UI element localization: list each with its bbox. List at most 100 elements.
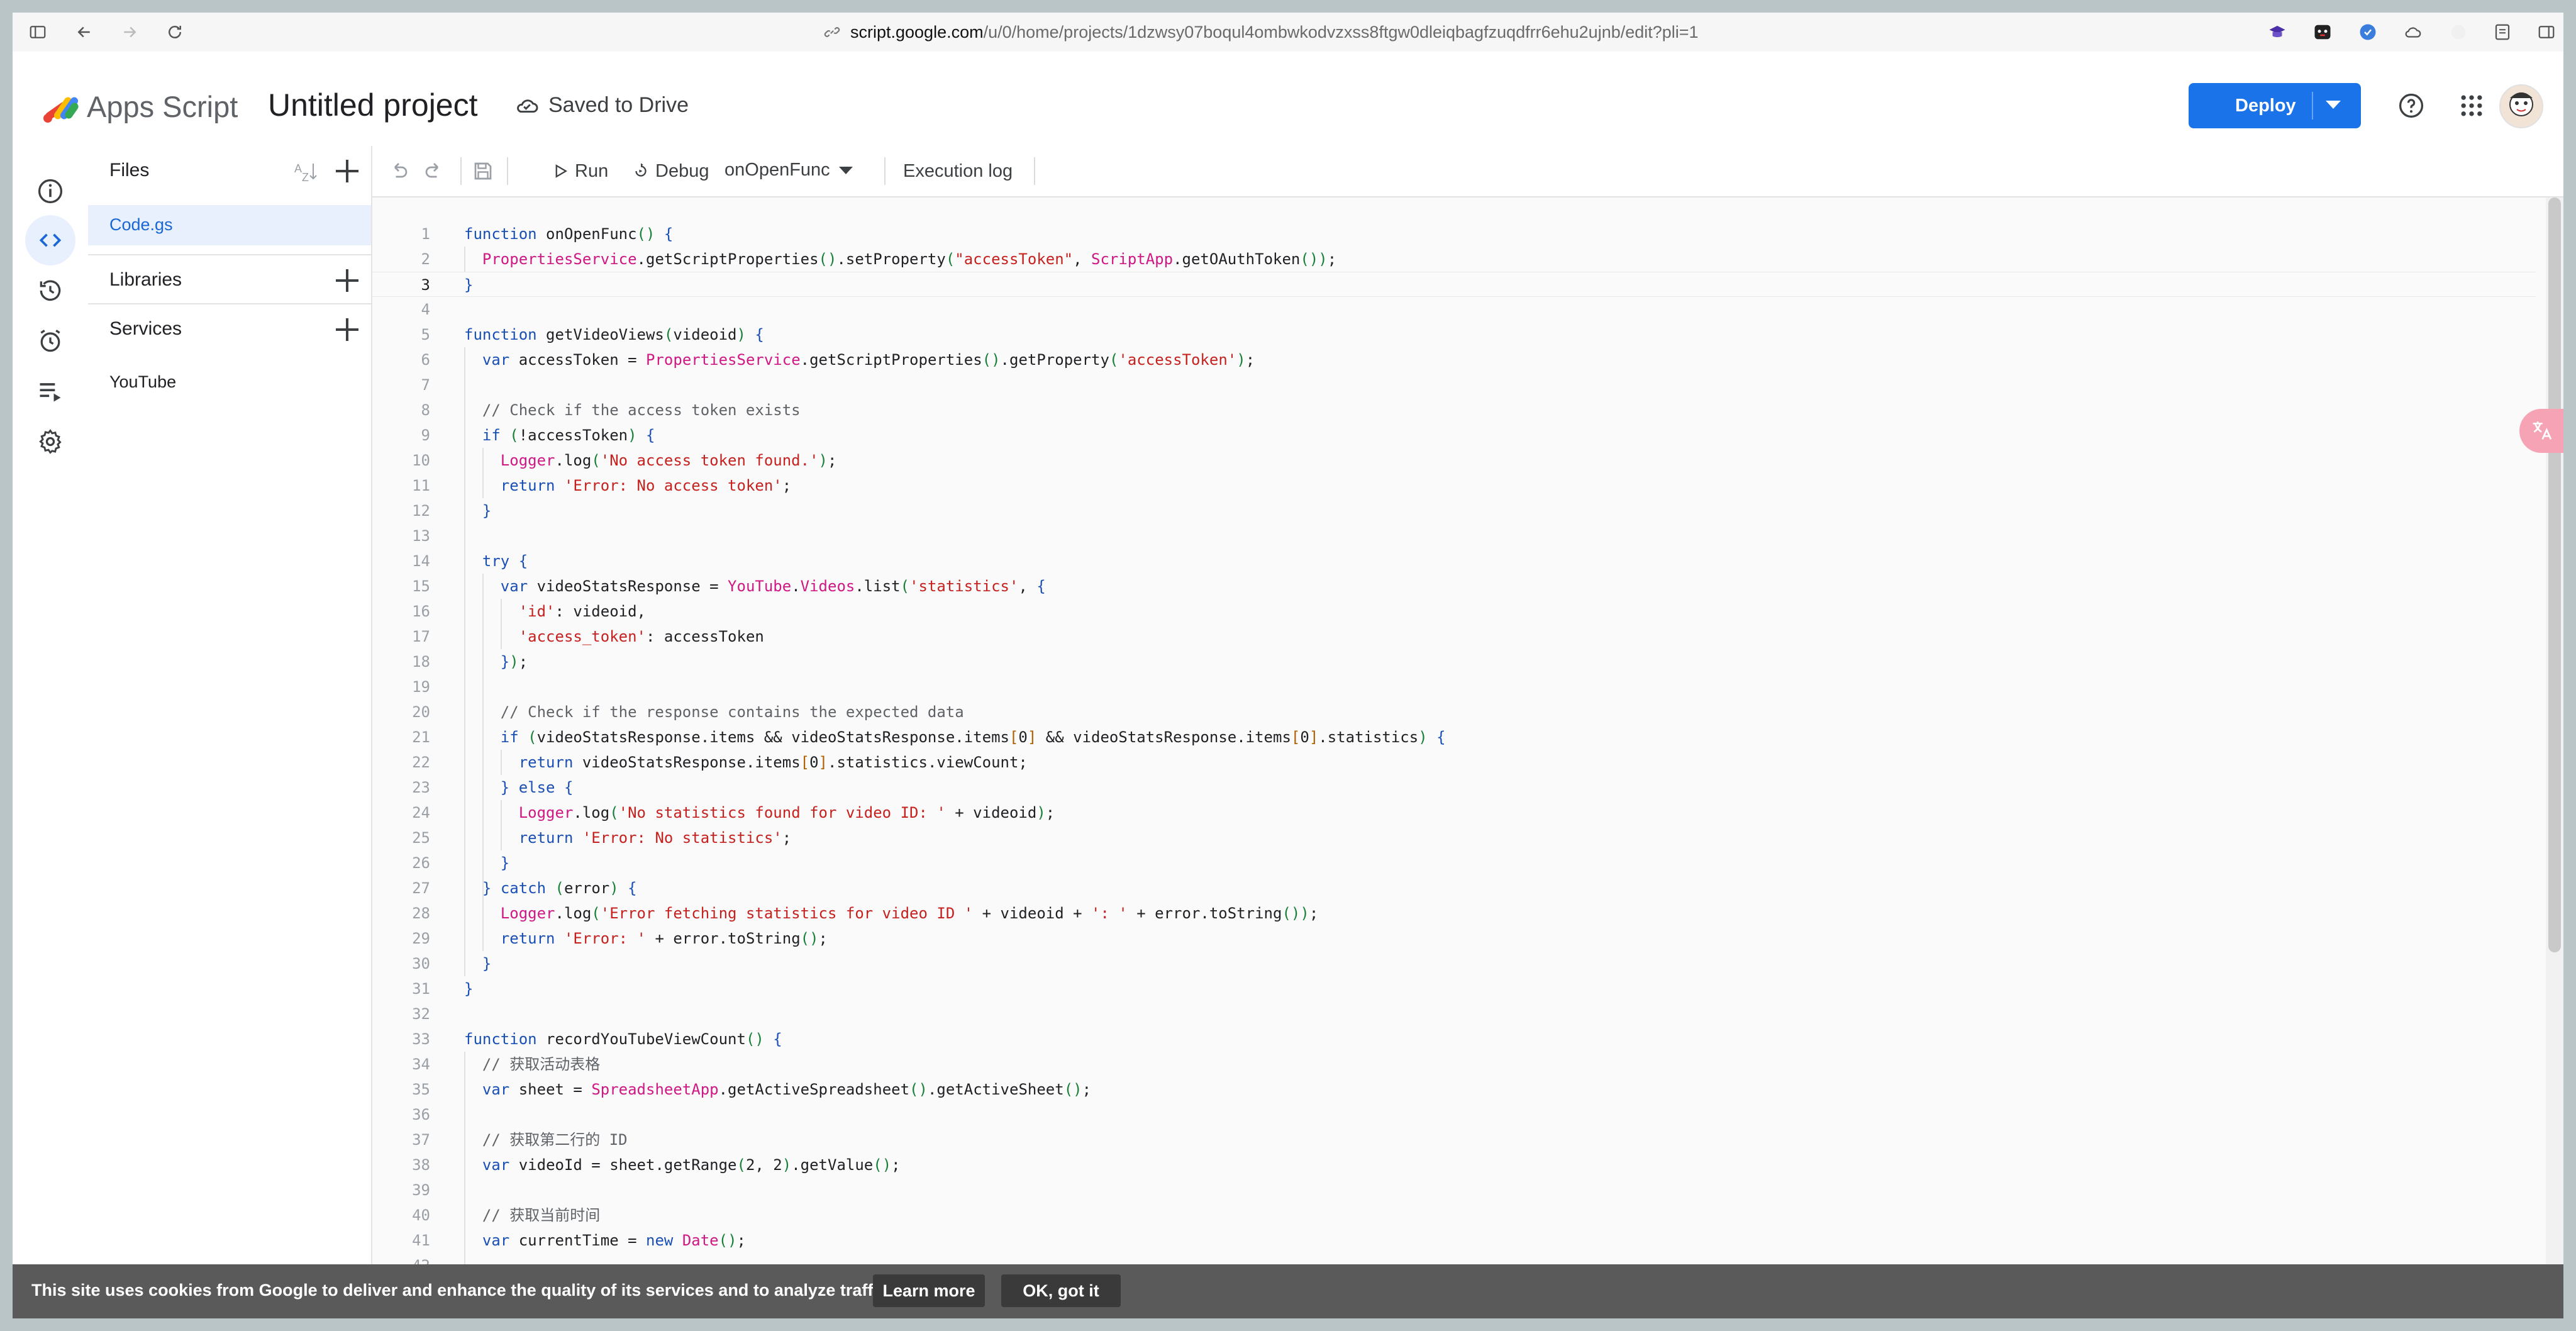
function-select-dropdown[interactable]: onOpenFunc xyxy=(724,160,853,181)
code-line[interactable]: 37 // 获取第二行的 ID xyxy=(372,1127,2536,1152)
sidebar-toggle-icon[interactable] xyxy=(25,19,50,45)
code-line[interactable]: 22 return videoStatsResponse.items[0].st… xyxy=(372,750,2536,775)
code-line[interactable]: 35 var sheet = SpreadsheetApp.getActiveS… xyxy=(372,1077,2536,1102)
apps-grid-icon[interactable] xyxy=(2457,91,2487,121)
code-line[interactable]: 2 PropertiesService.getScriptProperties(… xyxy=(372,247,2536,272)
code-line[interactable]: 34 // 获取活动表格 xyxy=(372,1052,2536,1077)
line-number: 4 xyxy=(421,301,430,318)
executions-icon[interactable] xyxy=(25,366,75,416)
code-line[interactable]: 30 } xyxy=(372,951,2536,976)
ok-got-it-button[interactable]: OK, got it xyxy=(1001,1274,1121,1307)
code-line[interactable]: 17 'access_token': accessToken xyxy=(372,624,2536,649)
code-line-text: return 'Error: No access token'; xyxy=(500,477,792,494)
execution-log-button[interactable]: Execution log xyxy=(903,160,1013,182)
link-icon xyxy=(824,27,840,37)
code-line[interactable]: 12 } xyxy=(372,498,2536,523)
code-line[interactable]: 31} xyxy=(372,976,2536,1001)
code-area[interactable]: 1 function onOpenFunc() {2 PropertiesServ… xyxy=(372,198,2563,1318)
code-line[interactable]: 36 xyxy=(372,1102,2536,1127)
browser-window: script.google.com/u/0/home/projects/1dzw… xyxy=(13,13,2563,1318)
code-line[interactable]: 14 try { xyxy=(372,549,2536,574)
code-line[interactable]: 33 function recordYouTubeViewCount() { xyxy=(372,1027,2536,1052)
deploy-dropdown-icon[interactable] xyxy=(2326,101,2341,109)
line-number: 11 xyxy=(412,477,430,494)
libraries-section[interactable]: Libraries xyxy=(88,254,371,304)
services-section[interactable]: Services xyxy=(88,303,371,354)
code-line[interactable]: 19 xyxy=(372,674,2536,699)
scrollbar-thumb[interactable] xyxy=(2548,198,2561,952)
address-bar[interactable]: script.google.com/u/0/home/projects/1dzw… xyxy=(824,21,1699,43)
code-line[interactable]: 40 // 获取当前时间 xyxy=(372,1203,2536,1228)
history-icon[interactable] xyxy=(25,265,75,316)
file-item-code-gs[interactable]: Code.gs xyxy=(88,205,371,245)
code-line[interactable]: 41 var currentTime = new Date(); xyxy=(372,1228,2536,1253)
back-icon[interactable] xyxy=(72,19,97,45)
extension-shield-icon[interactable] xyxy=(2357,21,2379,43)
run-button[interactable]: Run xyxy=(551,160,608,182)
code-line[interactable]: 10 Logger.log('No access token found.'); xyxy=(372,448,2536,473)
extension-graduation-icon[interactable] xyxy=(2267,21,2288,43)
extension-cat-icon[interactable] xyxy=(2312,21,2333,43)
code-line[interactable]: 6 var accessToken = PropertiesService.ge… xyxy=(372,347,2536,372)
line-number: 8 xyxy=(421,401,430,419)
code-line[interactable]: 27 } catch (error) { xyxy=(372,876,2536,901)
line-number: 38 xyxy=(412,1156,430,1174)
extension-blank-icon[interactable] xyxy=(2448,21,2469,43)
code-line[interactable]: 32 xyxy=(372,1001,2536,1027)
learn-more-button[interactable]: Learn more xyxy=(873,1274,985,1307)
code-line[interactable]: 11 return 'Error: No access token'; xyxy=(372,473,2536,498)
code-line[interactable]: 39 xyxy=(372,1178,2536,1203)
sidebar-right-icon[interactable] xyxy=(2536,21,2557,43)
code-line[interactable]: 21 if (videoStatsResponse.items && video… xyxy=(372,725,2536,750)
translate-float-button[interactable] xyxy=(2519,409,2563,453)
code-line[interactable]: 7 xyxy=(372,372,2536,398)
avatar[interactable] xyxy=(2499,84,2543,128)
deploy-button[interactable]: Deploy xyxy=(2189,83,2361,128)
code-line[interactable]: 15 var videoStatsResponse = YouTube.Vide… xyxy=(372,574,2536,599)
code-line[interactable]: 23 } else { xyxy=(372,775,2536,800)
line-number: 32 xyxy=(412,1005,430,1023)
code-line[interactable]: 8 // Check if the access token exists xyxy=(372,398,2536,423)
project-title[interactable]: Untitled project xyxy=(268,87,478,123)
add-file-icon[interactable] xyxy=(335,159,360,184)
help-icon[interactable] xyxy=(2396,91,2426,121)
code-line[interactable]: 5 function getVideoViews(videoid) { xyxy=(372,322,2536,347)
code-line[interactable]: 9 if (!accessToken) { xyxy=(372,423,2536,448)
code-line[interactable]: 24 Logger.log('No statistics found for v… xyxy=(372,800,2536,825)
code-line[interactable]: 18 }); xyxy=(372,649,2536,674)
services-label: Services xyxy=(109,318,182,339)
reload-icon[interactable] xyxy=(162,19,187,45)
cloud-icon[interactable] xyxy=(2402,21,2424,43)
code-line[interactable]: 16 'id': videoid, xyxy=(372,599,2536,624)
add-library-icon[interactable] xyxy=(335,268,360,293)
code-line[interactable]: 3} xyxy=(372,272,2536,297)
debug-button[interactable]: Debug xyxy=(631,160,709,182)
add-service-icon[interactable] xyxy=(335,317,360,342)
service-item-youtube[interactable]: YouTube xyxy=(109,372,176,392)
reader-icon[interactable] xyxy=(2492,21,2513,43)
overview-icon[interactable] xyxy=(25,166,75,216)
apps-script-logo-icon[interactable] xyxy=(40,88,83,126)
code-line[interactable]: 38 var videoId = sheet.getRange(2, 2).ge… xyxy=(372,1152,2536,1178)
line-number: 34 xyxy=(412,1055,430,1073)
forward-icon[interactable] xyxy=(117,19,142,45)
editor-code-icon[interactable] xyxy=(25,215,75,265)
code-line[interactable]: 25 return 'Error: No statistics'; xyxy=(372,825,2536,850)
editor-scrollbar[interactable] xyxy=(2546,198,2563,1318)
translate-icon xyxy=(2533,421,2552,440)
code-line[interactable]: 29 return 'Error: ' + error.toString(); xyxy=(372,926,2536,951)
code-line[interactable]: 26 } xyxy=(372,850,2536,876)
code-line[interactable]: 13 xyxy=(372,523,2536,549)
undo-icon[interactable] xyxy=(386,159,411,184)
code-line[interactable]: 20 // Check if the response contains the… xyxy=(372,699,2536,725)
redo-icon[interactable] xyxy=(421,159,447,184)
triggers-alarm-icon[interactable] xyxy=(25,316,75,366)
code-line[interactable]: 28 Logger.log('Error fetching statistics… xyxy=(372,901,2536,926)
app-name[interactable]: Apps Script xyxy=(87,89,238,124)
code-line-text: var videoId = sheet.getRange(2, 2).getVa… xyxy=(482,1156,901,1174)
save-icon[interactable] xyxy=(470,159,496,184)
settings-gear-icon[interactable] xyxy=(25,416,75,467)
sort-az-icon[interactable]: A Z xyxy=(293,159,321,184)
code-line[interactable]: 4 xyxy=(372,297,2536,322)
code-line[interactable]: 1 function onOpenFunc() { xyxy=(372,221,2536,247)
